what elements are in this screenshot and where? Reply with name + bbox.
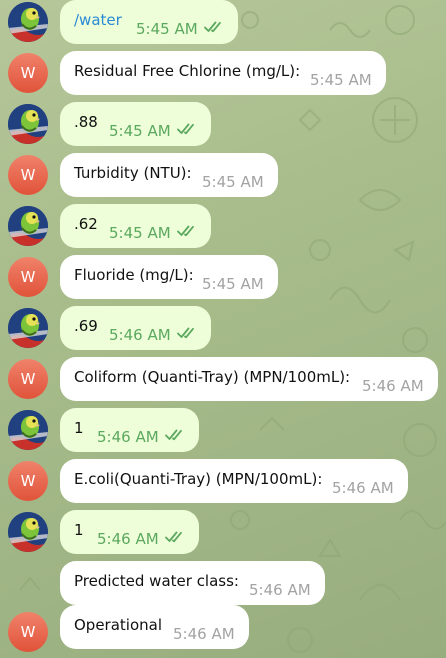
message-text: Predicted water class: xyxy=(74,572,239,590)
user-avatar[interactable] xyxy=(8,512,48,552)
message-time: 5:45 AM xyxy=(109,224,171,242)
incoming-message-bubble[interactable]: Coliform (Quanti-Tray) (MPN/100mL): 5:46 … xyxy=(60,357,438,401)
user-avatar[interactable] xyxy=(8,206,48,246)
message-text: 1 xyxy=(74,419,84,437)
user-avatar[interactable] xyxy=(8,2,48,42)
message-text: Coliform (Quanti-Tray) (MPN/100mL): xyxy=(74,368,351,386)
message-text: .88 xyxy=(74,113,98,131)
bot-avatar[interactable]: W xyxy=(8,155,48,195)
incoming-message-bubble[interactable]: E.coli(Quanti-Tray) (MPN/100mL): 5:46 AM xyxy=(60,459,408,503)
message-time: 5:46 AM xyxy=(332,479,394,497)
read-double-check-icon xyxy=(177,121,197,139)
outgoing-message-bubble[interactable]: 1 5:46 AM xyxy=(60,510,199,554)
message-text: Turbidity (NTU): xyxy=(74,164,192,182)
incoming-message-bubble[interactable]: Predicted water class: 5:46 AM xyxy=(60,561,325,605)
bot-avatar[interactable]: W xyxy=(8,53,48,93)
user-avatar[interactable] xyxy=(8,104,48,144)
outgoing-message-bubble[interactable]: /water 5:45 AM xyxy=(60,0,238,44)
bot-avatar[interactable]: W xyxy=(8,461,48,501)
message-time: 5:45 AM xyxy=(202,173,264,191)
outgoing-message-bubble[interactable]: 1 5:46 AM xyxy=(60,408,199,452)
message-time: 5:45 AM xyxy=(109,122,171,140)
message-text: .69 xyxy=(74,317,98,335)
message-time: 5:46 AM xyxy=(249,581,311,599)
message-time: 5:45 AM xyxy=(202,275,264,293)
read-double-check-icon xyxy=(204,19,224,37)
message-text: .62 xyxy=(74,215,98,233)
outgoing-message-bubble[interactable]: .69 5:46 AM xyxy=(60,306,211,350)
message-text: E.coli(Quanti-Tray) (MPN/100mL): xyxy=(74,470,323,488)
read-double-check-icon xyxy=(177,325,197,343)
message-time: 5:46 AM xyxy=(97,428,159,446)
message-time: 5:46 AM xyxy=(362,377,424,395)
outgoing-message-bubble[interactable]: .62 5:45 AM xyxy=(60,204,211,248)
read-double-check-icon xyxy=(177,223,197,241)
incoming-message-bubble[interactable]: Fluoride (mg/L): 5:45 AM xyxy=(60,255,278,299)
incoming-message-bubble[interactable]: Operational 5:46 AM xyxy=(60,605,249,649)
bot-avatar[interactable]: W xyxy=(8,612,48,652)
incoming-message-bubble[interactable]: Turbidity (NTU): 5:45 AM xyxy=(60,153,278,197)
message-text: Fluoride (mg/L): xyxy=(74,266,194,284)
message-text: Residual Free Chlorine (mg/L): xyxy=(74,62,301,80)
bot-avatar[interactable]: W xyxy=(8,359,48,399)
message-time: 5:46 AM xyxy=(109,326,171,344)
read-double-check-icon xyxy=(165,529,185,547)
outgoing-message-bubble[interactable]: .88 5:45 AM xyxy=(60,102,211,146)
incoming-message-bubble[interactable]: Residual Free Chlorine (mg/L): 5:45 AM xyxy=(60,51,386,95)
message-text: Operational xyxy=(74,616,163,634)
message-time: 5:45 AM xyxy=(136,20,198,38)
read-double-check-icon xyxy=(165,427,185,445)
message-time: 5:46 AM xyxy=(97,530,159,548)
user-avatar[interactable] xyxy=(8,308,48,348)
user-avatar[interactable] xyxy=(8,410,48,450)
message-text: 1 xyxy=(74,521,84,539)
message-time: 5:45 AM xyxy=(310,71,372,89)
message-time: 5:46 AM xyxy=(173,625,235,643)
bot-avatar[interactable]: W xyxy=(8,257,48,297)
command-link[interactable]: /water xyxy=(74,0,122,40)
